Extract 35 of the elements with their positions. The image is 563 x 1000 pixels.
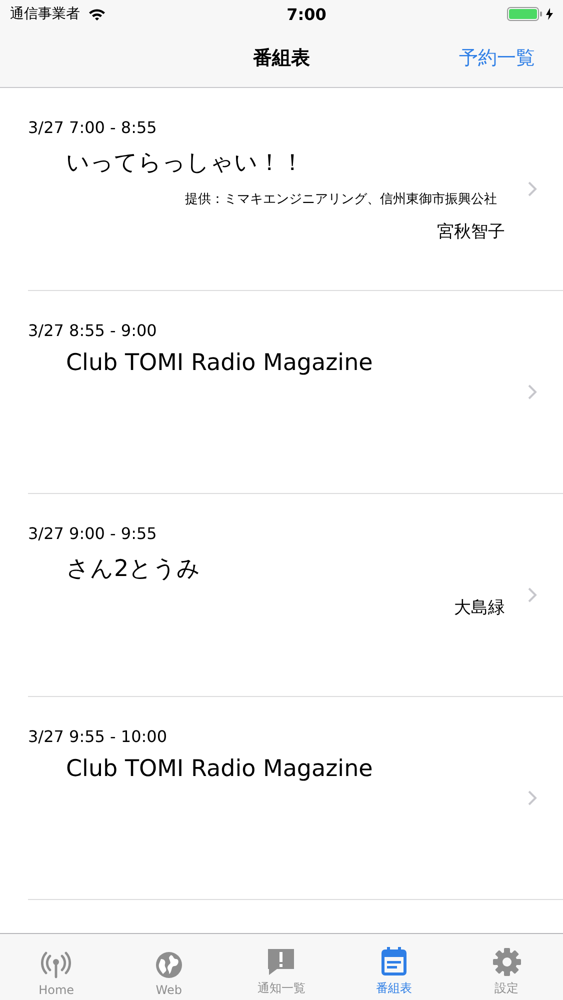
tab-bar-item[interactable]: 通知一覧: [225, 934, 338, 1000]
program-row[interactable]: 3/27 9:00 - 9:55 さん2とうみ 大島緑: [28, 494, 563, 697]
program-title: いってらっしゃい！！: [66, 149, 304, 178]
host-name: 大島緑: [454, 597, 505, 619]
broadcast-time: 3/27 7:00 - 8:55: [28, 118, 157, 137]
battery-icon: [506, 7, 543, 21]
program-title: Club TOMI Radio Magazine: [66, 350, 373, 376]
globe-icon: [154, 951, 183, 979]
tab-bar-item[interactable]: 設定: [450, 934, 563, 1000]
antenna-icon: [41, 951, 72, 979]
tab-bar-item[interactable]: Home: [0, 934, 113, 1000]
chevron-icon: [527, 790, 537, 806]
wifi-icon: [88, 8, 106, 20]
reservation-list-link[interactable]: 予約一覧: [459, 44, 535, 70]
chevron-icon: [527, 181, 537, 197]
sponsor-text: 提供：ミマキエンジニアリング、信州東御市振興公社: [185, 191, 497, 208]
program-title: さん2とうみ: [66, 555, 201, 584]
chevron-icon: [527, 384, 537, 400]
clock-time: 7:00: [286, 4, 326, 24]
screen-title: 番組表: [253, 46, 310, 70]
tab-bar-item[interactable]: 番組表: [338, 934, 450, 1000]
chevron-icon: [527, 587, 537, 603]
carrier-name: 通信事業者: [10, 5, 80, 23]
program-row[interactable]: 3/27 7:00 - 8:55 いってらっしゃい！！ 提供：ミマキエンジニアリング、信州東御市振興公社 宮秋智子: [28, 88, 563, 291]
calendar-icon: [381, 946, 408, 976]
program-row[interactable]: 3/27 8:55 - 9:00 Club TOMI Radio Magazine: [28, 291, 563, 494]
charging-bolt-icon: [546, 8, 553, 20]
broadcast-time: 3/27 9:55 - 10:00: [28, 727, 167, 746]
broadcast-time: 3/27 8:55 - 9:00: [28, 321, 157, 340]
tab-bar-item[interactable]: Web: [112, 934, 226, 1000]
host-name: 宮秋智子: [437, 221, 505, 243]
speech-bubble-alert-icon: [267, 948, 296, 976]
program-title: Club TOMI Radio Magazine: [66, 756, 373, 782]
broadcast-time: 3/27 9:00 - 9:55: [28, 524, 157, 543]
program-row[interactable]: 3/27 9:55 - 10:00 Club TOMI Radio Magazine: [28, 697, 563, 900]
